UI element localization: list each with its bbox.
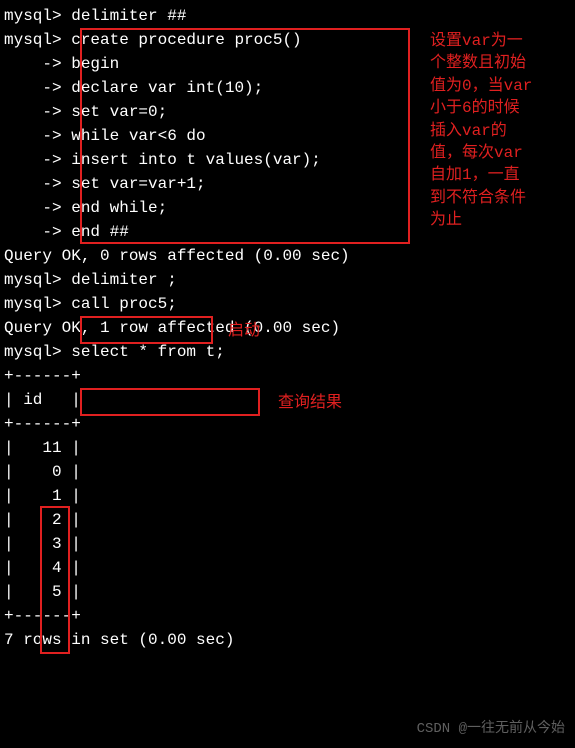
watermark: CSDN @一往无前从今始 [417, 719, 565, 740]
terminal-line: mysql> select * from t; [4, 340, 571, 364]
annotation-explain: 设置var为一 个整数且初始 值为0，当var 小于6的时候 插入var的 值，… [430, 30, 570, 232]
terminal-line: Query OK, 1 row affected (0.00 sec) [4, 316, 571, 340]
terminal-line: | 11 | [4, 436, 571, 460]
terminal-line: | 3 | [4, 532, 571, 556]
terminal-line: 7 rows in set (0.00 sec) [4, 628, 571, 652]
terminal-line: +------+ [4, 604, 571, 628]
terminal-line: mysql> delimiter ## [4, 4, 571, 28]
terminal-line: | 0 | [4, 460, 571, 484]
terminal-line: | 1 | [4, 484, 571, 508]
terminal-line: Query OK, 0 rows affected (0.00 sec) [4, 244, 571, 268]
terminal-line: | 5 | [4, 580, 571, 604]
annotation-start: 启动 [228, 320, 260, 342]
terminal-line: | 4 | [4, 556, 571, 580]
terminal-line: mysql> call proc5; [4, 292, 571, 316]
terminal-line: | 2 | [4, 508, 571, 532]
terminal-line: mysql> delimiter ; [4, 268, 571, 292]
terminal-line: +------+ [4, 412, 571, 436]
terminal-line: +------+ [4, 364, 571, 388]
annotation-query-result: 查询结果 [278, 392, 342, 414]
